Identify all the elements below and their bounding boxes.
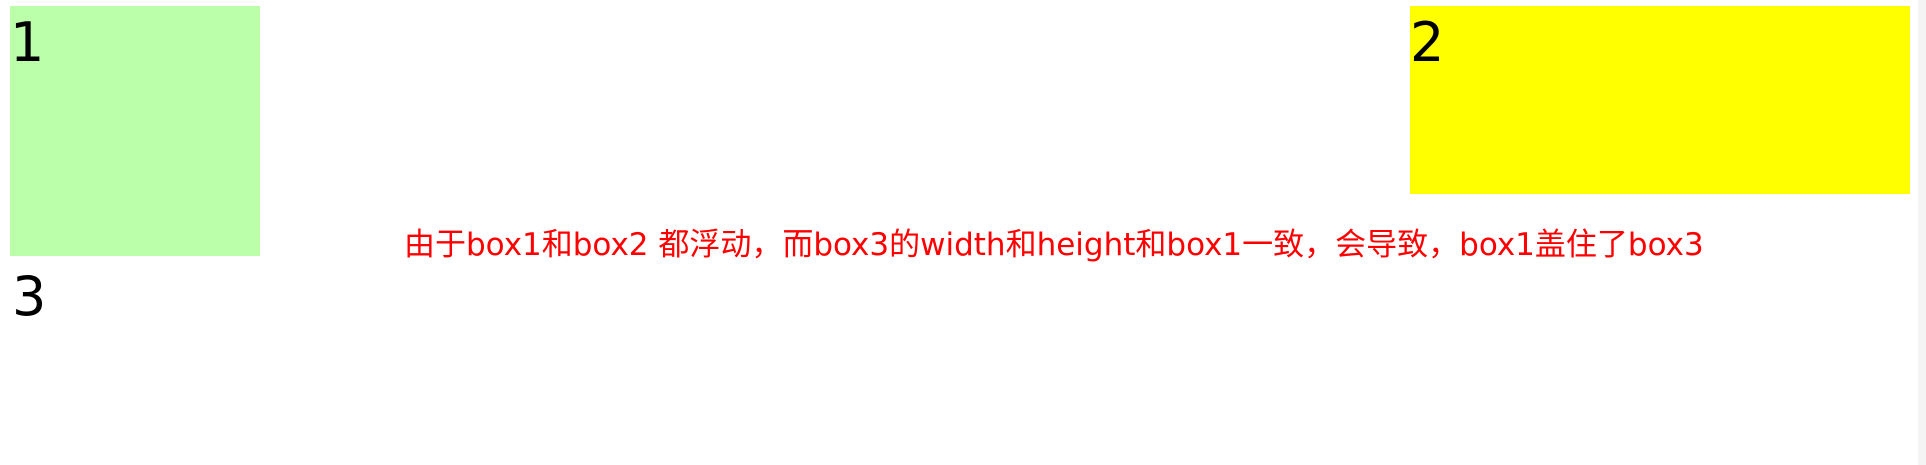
box2-label: 2	[1410, 11, 1445, 74]
page: 1 2 3 由于box1和box2 都浮动，而box3的width和height…	[0, 0, 1926, 465]
right-strip	[1918, 0, 1926, 465]
box2: 2	[1410, 6, 1910, 194]
box1-label: 1	[10, 11, 45, 74]
note-text: 由于box1和box2 都浮动，而box3的width和height和box1一…	[404, 227, 1704, 263]
box1: 1	[10, 6, 260, 256]
box3-label: 3	[12, 265, 47, 328]
